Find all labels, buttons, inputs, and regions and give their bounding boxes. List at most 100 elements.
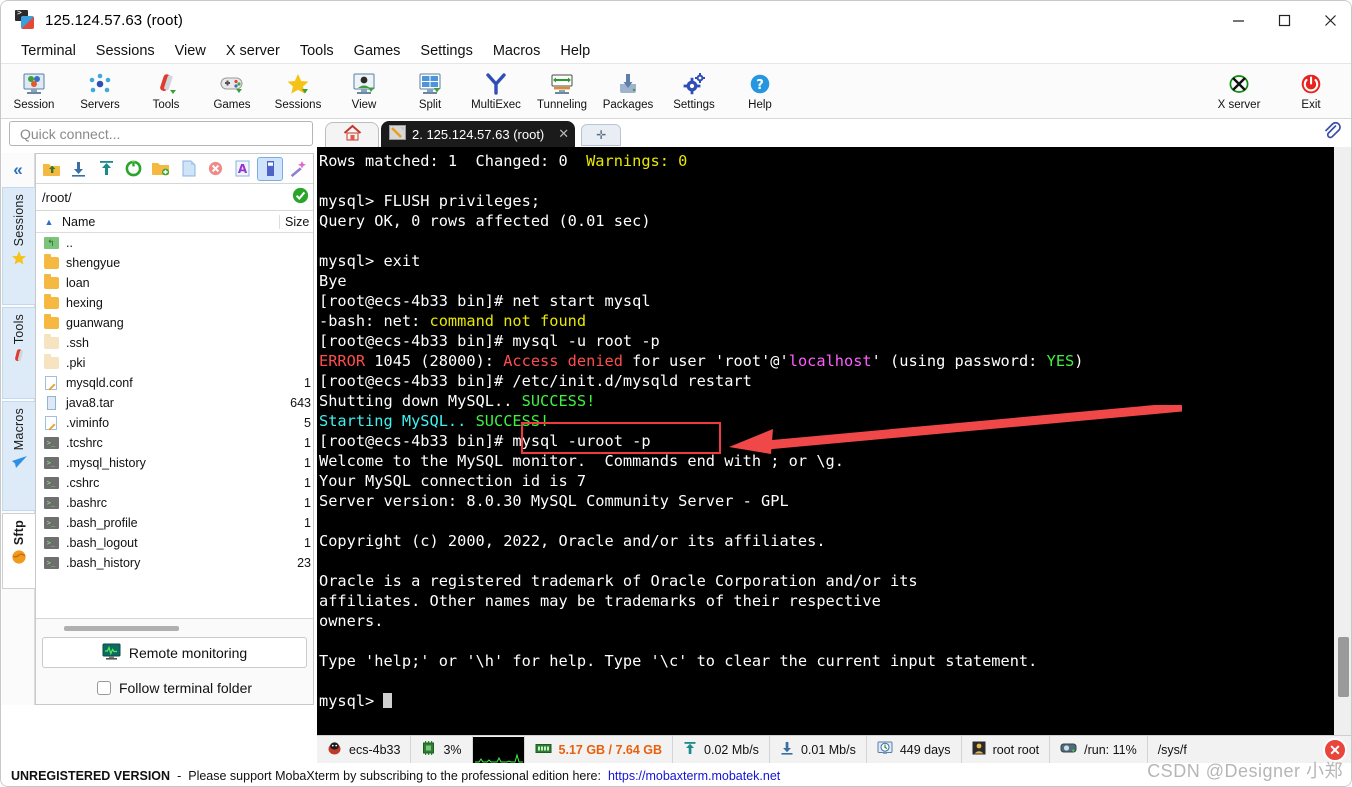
shell-icon: >_	[36, 437, 66, 449]
shell-icon: >_	[36, 497, 66, 509]
list-item[interactable]: shengyue	[36, 253, 313, 273]
status-cpu-graph[interactable]	[472, 735, 525, 764]
status-uptime[interactable]: 449 days	[867, 735, 962, 764]
left-panel-filler	[1, 705, 317, 763]
rail-tab-sftp[interactable]: Sftp	[2, 513, 35, 589]
toolbar-settings[interactable]: Settings	[661, 68, 727, 118]
list-item[interactable]: >_ .cshrc 1	[36, 473, 313, 493]
minimize-button[interactable]	[1215, 1, 1261, 39]
go-up-icon[interactable]	[39, 157, 64, 181]
games-icon	[218, 70, 246, 98]
sftp-file-browser: A /root/ ▲ Name Size ↰.. shengyue loan h…	[35, 153, 314, 705]
list-item[interactable]: loan	[36, 273, 313, 293]
list-item[interactable]: .pki	[36, 353, 313, 373]
terminal-span: Copyright (c) 2000, 2022, Oracle and/or …	[319, 532, 826, 550]
list-item[interactable]: guanwang	[36, 313, 313, 333]
terminal-line: ERROR 1045 (28000): Access denied for us…	[319, 351, 1334, 371]
toolbar-tools[interactable]: Tools	[133, 68, 199, 118]
horizontal-scrollbar[interactable]	[64, 626, 179, 631]
magic-wand-icon[interactable]	[285, 157, 310, 181]
list-item[interactable]: >_ .bash_history 23	[36, 553, 313, 573]
status-memory[interactable]: 5.17 GB / 7.64 GB	[525, 735, 674, 764]
follow-terminal-folder-row[interactable]: Follow terminal folder	[42, 680, 307, 696]
terminal-output[interactable]: Rows matched: 1 Changed: 0 Warnings: 0 m…	[317, 147, 1334, 735]
list-item[interactable]: ↰..	[36, 233, 313, 253]
list-item[interactable]: mysqld.conf 1	[36, 373, 313, 393]
follow-terminal-folder-checkbox[interactable]	[96, 681, 111, 695]
upload-icon[interactable]	[94, 157, 119, 181]
toolbar-multiexec[interactable]: MultiExec	[463, 68, 529, 118]
session-tab[interactable]: 2. 125.124.57.63 (root) ✕	[381, 121, 576, 147]
toolbar-packages[interactable]: Packages	[595, 68, 661, 118]
mobaxterm-link[interactable]: https://mobaxterm.mobatek.net	[608, 769, 780, 783]
toolbar-view[interactable]: View	[331, 68, 397, 118]
toolbar-x-server-label: X server	[1217, 99, 1261, 111]
sort-arrow-icon[interactable]: ▲	[36, 217, 62, 227]
menu-games[interactable]: Games	[344, 41, 411, 61]
rail-tab-sessions[interactable]: Sessions	[2, 187, 35, 305]
status-user[interactable]: root root	[962, 735, 1051, 764]
menu-terminal[interactable]: Terminal	[11, 41, 86, 61]
new-file-icon[interactable]	[175, 157, 200, 181]
list-item[interactable]: .ssh	[36, 333, 313, 353]
toolbar-help[interactable]: ? Help	[727, 68, 793, 118]
multiexec-icon	[483, 70, 509, 98]
status-upload[interactable]: 0.02 Mb/s	[673, 735, 770, 764]
toolbar-sessions[interactable]: Sessions	[265, 68, 331, 118]
refresh-icon[interactable]	[121, 157, 146, 181]
home-tab[interactable]	[325, 122, 379, 147]
list-item[interactable]: >_ .mysql_history 1	[36, 453, 313, 473]
menu-help[interactable]: Help	[550, 41, 600, 61]
status-disk-run[interactable]: /run: 11%	[1050, 735, 1148, 764]
list-item[interactable]: .viminfo 5	[36, 413, 313, 433]
list-item[interactable]: >_ .bash_profile 1	[36, 513, 313, 533]
new-folder-icon[interactable]	[148, 157, 173, 181]
file-list[interactable]: ↰.. shengyue loan hexing guanwang .ssh .…	[36, 233, 313, 618]
file-name: loan	[66, 276, 90, 290]
collapse-sidebar-button[interactable]: «	[2, 153, 34, 187]
terminal-scrollbar[interactable]	[1334, 147, 1351, 735]
terminal-span: Warnings: 0	[586, 152, 688, 170]
terminal-span: Server version: 8.0.30 MySQL Community S…	[319, 492, 789, 510]
remote-monitoring-button[interactable]: Remote monitoring	[42, 637, 307, 668]
list-item[interactable]: java8.tar 643	[36, 393, 313, 413]
paperclip-icon[interactable]	[1322, 121, 1341, 145]
maximize-button[interactable]	[1261, 1, 1307, 39]
details-toggle-icon[interactable]	[257, 156, 283, 181]
rail-tab-macros[interactable]: Macros	[2, 401, 35, 511]
close-button[interactable]	[1307, 1, 1351, 39]
quick-connect-input[interactable]: Quick connect...	[9, 121, 313, 146]
close-tab-icon[interactable]: ✕	[558, 126, 569, 142]
menu-sessions[interactable]: Sessions	[86, 41, 165, 61]
menu-settings[interactable]: Settings	[410, 41, 482, 61]
toolbar-servers[interactable]: Servers	[67, 68, 133, 118]
menu-x-server[interactable]: X server	[216, 41, 290, 61]
column-header-size[interactable]: Size	[279, 214, 313, 229]
side-rail: « Sessions Tools Macros Sftp	[2, 153, 35, 705]
text-view-icon[interactable]: A	[230, 157, 255, 181]
path-bar[interactable]: /root/	[36, 184, 313, 211]
list-item[interactable]: hexing	[36, 293, 313, 313]
toolbar-x-server[interactable]: X server	[1203, 68, 1275, 118]
download-icon[interactable]	[66, 157, 91, 181]
rail-tab-tools[interactable]: Tools	[2, 307, 35, 399]
file-browser-toolbar: A	[36, 154, 313, 184]
list-item[interactable]: >_ .tcshrc 1	[36, 433, 313, 453]
menu-view[interactable]: View	[165, 41, 216, 61]
status-download[interactable]: 0.01 Mb/s	[770, 735, 867, 764]
status-cpu[interactable]: 3%	[411, 735, 473, 764]
toolbar-exit[interactable]: Exit	[1275, 68, 1347, 118]
menu-tools[interactable]: Tools	[290, 41, 344, 61]
list-item[interactable]: >_ .bash_logout 1	[36, 533, 313, 553]
toolbar-tunneling[interactable]: Tunneling	[529, 68, 595, 118]
toolbar-session[interactable]: Session	[1, 68, 67, 118]
list-item[interactable]: >_ .bashrc 1	[36, 493, 313, 513]
toolbar-games[interactable]: Games	[199, 68, 265, 118]
toolbar-split[interactable]: Split	[397, 68, 463, 118]
delete-icon[interactable]	[203, 157, 228, 181]
new-tab-button[interactable]: ✛	[581, 124, 622, 146]
status-host[interactable]: ecs-4b33	[317, 735, 412, 764]
menu-macros[interactable]: Macros	[483, 41, 551, 61]
column-header-name[interactable]: Name	[62, 215, 279, 229]
terminal-scrollbar-thumb[interactable]	[1338, 637, 1349, 697]
